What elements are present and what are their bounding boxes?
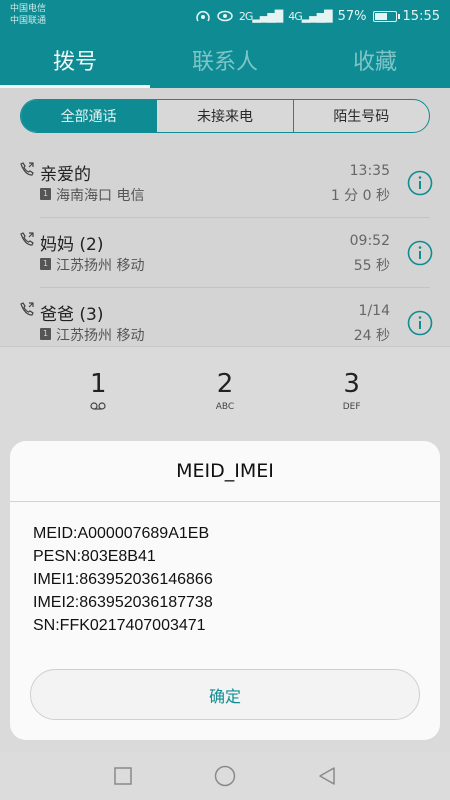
battery-fill — [374, 12, 388, 20]
caller-name: 爸爸 (3) — [40, 305, 104, 325]
dialpad-key-3[interactable]: 3 DEF — [302, 347, 402, 414]
app-header: 中国电信 中国联通 2G▂▄▆█ 4G▂▄▆█ 57% 15:55 拨号 联系人… — [0, 0, 450, 88]
dialog-title: MEID_IMEI — [176, 460, 274, 482]
sn-line: SN:FFK0217407003471 — [33, 617, 206, 634]
call-log-row[interactable]: 亲爱的 1 海南海口 电信 13:35 1 分 0 秒 — [0, 148, 450, 218]
call-time: 09:52 — [349, 233, 390, 249]
home-button[interactable] — [214, 765, 236, 787]
call-duration: 55 秒 — [353, 258, 390, 274]
caller-location: 江苏扬州 移动 — [56, 258, 145, 274]
system-nav-bar — [0, 752, 450, 800]
battery-percent: 57% — [337, 8, 367, 24]
signal-2-icon: 4G▂▄▆█ — [288, 9, 332, 23]
signal-2-label: 4G — [288, 9, 302, 23]
battery-icon — [372, 10, 400, 22]
dialog-divider — [10, 501, 440, 502]
caller-name: 妈妈 (2) — [40, 235, 104, 255]
filter-missed-calls[interactable]: 未接来电 — [156, 100, 292, 132]
sim-card-icon: 1 — [40, 328, 51, 340]
dialpad-row: 1 2 ABC 3 DEF — [0, 347, 450, 414]
carrier-1: 中国电信 — [10, 4, 47, 14]
call-time: 13:35 — [349, 163, 390, 179]
dialpad-key-1[interactable]: 1 — [48, 347, 148, 414]
caller-location: 江苏扬州 移动 — [56, 328, 145, 344]
caller-location: 海南海口 电信 — [56, 188, 145, 204]
call-duration: 24 秒 — [353, 328, 390, 344]
info-icon[interactable] — [407, 170, 433, 196]
key-letters: ABC — [215, 402, 235, 412]
dialpad-key-2[interactable]: 2 ABC — [175, 347, 275, 414]
device-id-list: MEID:A000007689A1EB PESN:803E8B41 IMEI1:… — [33, 522, 213, 637]
eye-icon — [217, 10, 233, 22]
sim-card-icon: 1 — [40, 188, 51, 200]
key-digit: 3 — [343, 369, 360, 399]
outgoing-call-icon — [20, 232, 34, 246]
outgoing-call-icon — [20, 302, 34, 316]
filter-unknown-numbers[interactable]: 陌生号码 — [292, 100, 429, 132]
back-button[interactable] — [316, 765, 338, 787]
sim-card-icon: 1 — [40, 258, 51, 270]
call-time: 1/14 — [358, 303, 390, 319]
imei2-line: IMEI2:863952036187738 — [33, 594, 213, 611]
key-digit: 2 — [216, 369, 234, 399]
filter-all-calls[interactable]: 全部通话 — [21, 100, 157, 132]
tab-dialer[interactable]: 拨号 — [0, 32, 150, 88]
tab-contacts[interactable]: 联系人 — [150, 32, 300, 88]
signal-1-label: 2G — [238, 9, 253, 23]
signal-1-icon: 2G▂▄▆█ — [238, 9, 283, 23]
key-digit: 1 — [90, 369, 107, 399]
key-letters: DEF — [342, 402, 361, 412]
meid-line: MEID:A000007689A1EB — [33, 525, 210, 542]
triangle-back-icon — [319, 767, 335, 785]
hotspot-icon — [196, 11, 210, 22]
voicemail-icon — [48, 402, 148, 414]
caller-name: 亲爱的 — [40, 165, 91, 185]
outgoing-call-icon — [20, 162, 34, 176]
confirm-button[interactable]: 确定 — [30, 669, 420, 720]
status-bar: 中国电信 中国联通 2G▂▄▆█ 4G▂▄▆█ 57% 15:55 — [0, 0, 450, 32]
call-log-row[interactable]: 妈妈 (2) 1 江苏扬州 移动 09:52 55 秒 — [0, 218, 450, 288]
main-tabs: 拨号 联系人 收藏 — [0, 32, 450, 88]
tab-favorites[interactable]: 收藏 — [300, 32, 450, 88]
recent-apps-button[interactable] — [112, 765, 134, 787]
carrier-info: 中国电信 中国联通 — [10, 3, 46, 27]
info-icon[interactable] — [407, 310, 433, 336]
meid-imei-dialog: MEID_IMEI MEID:A000007689A1EB PESN:803E8… — [10, 441, 440, 740]
info-icon[interactable] — [407, 240, 433, 266]
imei1-line: IMEI1:863952036146866 — [33, 571, 213, 588]
clock: 15:55 — [402, 8, 440, 24]
call-duration: 1 分 0 秒 — [330, 188, 390, 204]
carrier-2: 中国联通 — [10, 16, 47, 26]
pesn-line: PESN:803E8B41 — [33, 548, 156, 565]
square-icon — [114, 767, 132, 785]
call-log: 亲爱的 1 海南海口 电信 13:35 1 分 0 秒 妈妈 (2) 1 江苏扬… — [0, 148, 450, 358]
status-icons: 2G▂▄▆█ 4G▂▄▆█ 57% 15:55 — [195, 6, 440, 26]
call-filter-segmented: 全部通话 未接来电 陌生号码 — [20, 99, 430, 133]
circle-icon — [214, 765, 236, 787]
